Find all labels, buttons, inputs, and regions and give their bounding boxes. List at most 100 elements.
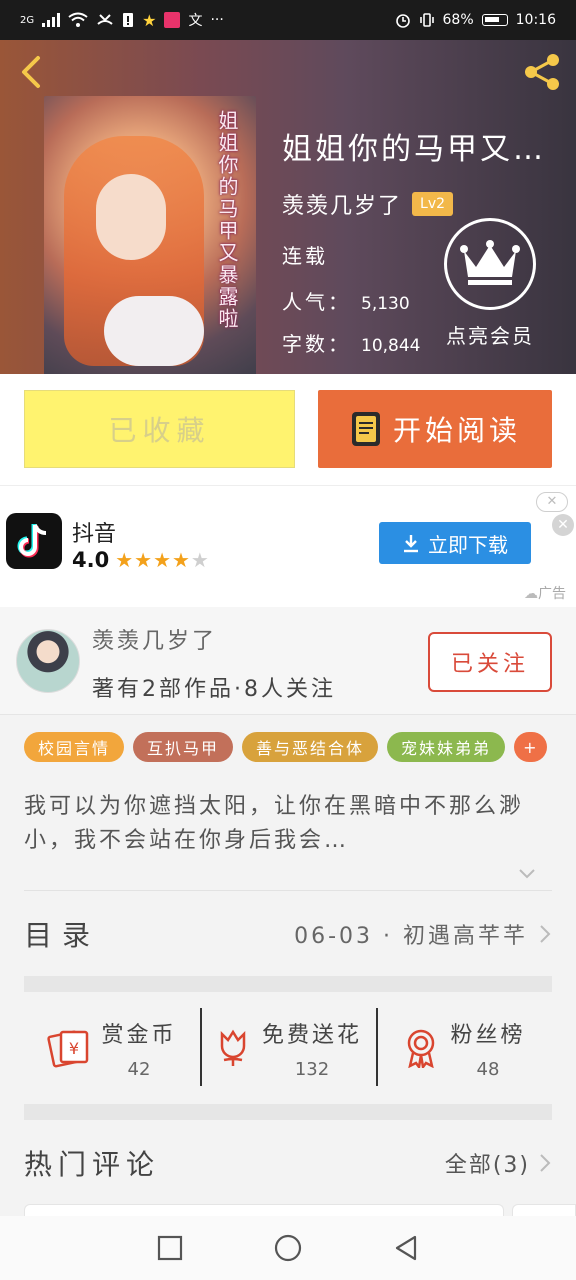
sim-alert-icon xyxy=(123,13,134,27)
clock: 10:16 xyxy=(515,12,556,28)
start-reading-label: 开始阅读 xyxy=(392,414,521,447)
section-separator xyxy=(24,976,552,992)
vip-button[interactable]: 点亮会员 xyxy=(440,218,540,349)
stat-label: 免费送花 xyxy=(261,1022,362,1048)
ad-download-label: 立即下载 xyxy=(428,532,508,557)
stat-value: 48 xyxy=(476,1058,500,1080)
tag-list: 校园言情 互扒马甲 善与恶结合体 宠妹妹弟弟 + xyxy=(24,732,548,762)
svg-text:¥: ¥ xyxy=(69,1039,79,1058)
network-type: 2G xyxy=(20,14,35,26)
popularity-label: 人气： xyxy=(282,290,351,314)
hot-comments-label: 热门评论 xyxy=(24,1148,161,1181)
collected-label: 已收藏 xyxy=(108,414,211,447)
author-name[interactable]: 羡羡几岁了 xyxy=(92,623,217,655)
chevron-right-icon xyxy=(540,925,551,943)
back-icon[interactable] xyxy=(12,50,52,94)
text-app-icon: 文 xyxy=(188,13,203,29)
flower-icon xyxy=(220,1029,246,1066)
more-notifications-icon: ··· xyxy=(210,12,224,28)
author-info: 著有2部作品·8人关注 xyxy=(92,677,336,702)
stat-reward-coins[interactable]: ¥ 赏金币 42 xyxy=(24,992,200,1104)
add-tag-button[interactable]: + xyxy=(514,732,548,762)
word-count-row: 字数： 10,844 xyxy=(282,328,420,357)
cover-title: 姐姐你的马甲又暴露啦 xyxy=(215,110,239,330)
status-bar: 2G ★ 文 ··· 68% 10:16 xyxy=(0,0,576,40)
latest-chapter: 06-03 · 初遇高芊芊 xyxy=(294,918,552,950)
word-count-value: 10,844 xyxy=(361,336,421,356)
battery-percent: 68% xyxy=(442,12,474,28)
ad-app-name: 抖音 xyxy=(72,522,117,547)
crown-icon xyxy=(444,218,536,310)
serial-status: 连载 xyxy=(282,244,328,268)
system-nav-bar xyxy=(0,1216,576,1280)
red-envelope-icon: ¥ xyxy=(47,1030,89,1068)
catalog-row[interactable]: 目录 06-03 · 初遇高芊芊 xyxy=(24,892,552,976)
book-cover[interactable]: 姐姐你的马甲又暴露啦 xyxy=(44,96,256,374)
douyin-app-icon xyxy=(6,513,62,569)
divider xyxy=(24,890,552,891)
cover-art-face xyxy=(96,174,166,260)
stat-free-flowers[interactable]: 免费送花 132 xyxy=(200,992,376,1104)
book-header: 姐姐你的马甲又暴露啦 姐姐你的马甲又… 羡羡几岁了 Lv2 连载 人气： 5,13… xyxy=(0,40,576,374)
stats-row: ¥ 赏金币 42 免费送花 132 粉丝榜 48 xyxy=(24,992,552,1104)
all-comments-link[interactable]: 全部(3) xyxy=(445,1147,552,1179)
stat-label: 赏金币 xyxy=(101,1022,177,1048)
tag-chip[interactable]: 善与恶结合体 xyxy=(242,732,379,762)
ad-label: ☁广告 xyxy=(524,583,566,603)
ad-banner[interactable]: 抖音 4.0 ★★★★★ 立即下载 ✕ ✕ ☁广告 xyxy=(0,485,576,607)
collected-button[interactable]: 已收藏 xyxy=(24,390,295,468)
book-title: 姐姐你的马甲又… xyxy=(282,132,546,167)
cover-art-rabbit xyxy=(104,296,204,366)
app-notification-icon xyxy=(164,12,181,28)
stat-value: 42 xyxy=(127,1058,151,1080)
star-icon: ★ xyxy=(142,10,157,30)
recent-apps-icon[interactable] xyxy=(157,1235,183,1261)
download-icon xyxy=(404,535,418,553)
section-separator xyxy=(24,1104,552,1120)
followed-button[interactable]: 已关注 xyxy=(428,632,552,692)
book-icon xyxy=(351,412,380,446)
stat-fan-ranking[interactable]: 粉丝榜 48 xyxy=(376,992,552,1104)
signal-icon xyxy=(42,13,61,27)
book-author-row: 羡羡几岁了 Lv2 xyxy=(282,188,454,220)
tag-chip[interactable]: 互扒马甲 xyxy=(133,732,234,762)
hot-comments-header: 热门评论 全部(3) xyxy=(24,1122,552,1204)
vibrate-icon xyxy=(419,13,434,27)
alarm-icon xyxy=(395,14,410,28)
chevron-down-icon[interactable] xyxy=(516,862,538,884)
ad-tag-text: 广告 xyxy=(538,586,566,602)
word-count-label: 字数： xyxy=(282,332,351,356)
back-nav-icon[interactable] xyxy=(393,1234,419,1262)
wifi-icon xyxy=(68,12,88,27)
ad-dismiss-icon[interactable]: ✕ xyxy=(536,492,568,512)
synopsis[interactable]: 我可以为你遮挡太阳，让你在黑暗中不那么渺小，我不会站在你身后我会… xyxy=(24,790,544,858)
tag-chip[interactable]: 校园言情 xyxy=(24,732,125,762)
stat-label: 粉丝榜 xyxy=(450,1022,526,1048)
ad-rating: 4.0 ★★★★★ xyxy=(72,548,210,572)
share-icon[interactable] xyxy=(520,50,564,94)
cloud-icon: ☁ xyxy=(524,586,538,602)
medal-icon xyxy=(408,1029,435,1068)
catalog-label: 目录 xyxy=(24,919,101,952)
battery-icon xyxy=(481,14,508,26)
chevron-right-icon xyxy=(540,1154,551,1172)
latest-chapter-text: 06-03 · 初遇高芊芊 xyxy=(294,924,528,949)
book-author[interactable]: 羡羡几岁了 xyxy=(282,188,402,220)
author-section: 羡羡几岁了 著有2部作品·8人关注 已关注 xyxy=(0,607,576,715)
ad-download-button[interactable]: 立即下载 xyxy=(379,522,531,564)
start-reading-button[interactable]: 开始阅读 xyxy=(318,390,552,468)
rating-stars-icon: ★★★★★ xyxy=(115,548,210,572)
popularity-value: 5,130 xyxy=(361,294,410,314)
popularity-row: 人气： 5,130 xyxy=(282,286,410,315)
vip-label: 点亮会员 xyxy=(446,324,534,348)
tag-chip[interactable]: 宠妹妹弟弟 xyxy=(387,732,506,762)
ad-rating-value: 4.0 xyxy=(72,548,110,572)
avatar[interactable] xyxy=(16,629,80,693)
home-icon[interactable] xyxy=(273,1233,303,1263)
missed-call-icon xyxy=(97,14,113,25)
all-comments-label: 全部(3) xyxy=(444,1153,530,1178)
action-bar: 已收藏 开始阅读 xyxy=(0,374,576,485)
stat-value: 132 xyxy=(294,1058,330,1080)
close-icon[interactable]: ✕ xyxy=(552,514,574,536)
author-level-badge: Lv2 xyxy=(412,192,454,216)
